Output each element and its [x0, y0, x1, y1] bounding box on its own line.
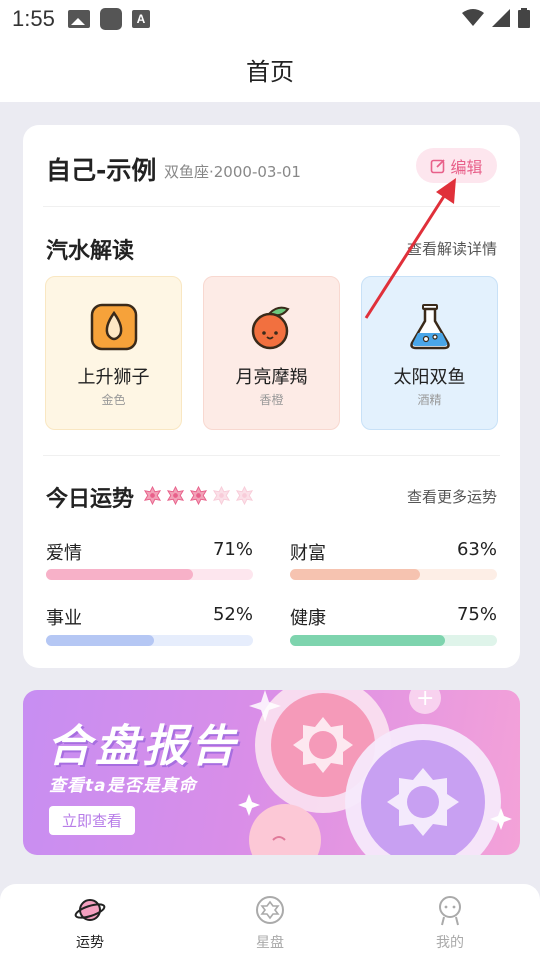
- fortune-more-link[interactable]: 查看更多运势: [407, 486, 497, 507]
- edit-button[interactable]: 编辑: [416, 148, 497, 183]
- image-notification-icon: [68, 10, 90, 28]
- reading-card-label: 上升狮子: [77, 367, 150, 388]
- tab-me[interactable]: 我的: [410, 894, 490, 952]
- metric-label-love: 爱情: [46, 543, 82, 564]
- metric-label-health: 健康: [290, 608, 326, 629]
- reading-section-title: 汽水解读: [46, 239, 135, 264]
- metric-bar-wealth: [290, 569, 497, 580]
- flask-icon: [410, 304, 450, 350]
- user-icon: [439, 896, 461, 926]
- metric-label-career: 事业: [46, 608, 82, 629]
- profile-name: 自己-示例: [46, 156, 157, 185]
- divider: [43, 206, 500, 207]
- tab-fortune[interactable]: 运势: [50, 894, 130, 952]
- status-bar: 1:55 A: [0, 0, 540, 38]
- star-filled-icon: [166, 486, 185, 505]
- metric-bar-fill: [46, 635, 154, 646]
- edit-icon: [431, 158, 446, 173]
- reading-card-label: 月亮摩羯: [235, 367, 308, 388]
- status-system-icons: [462, 8, 530, 28]
- svg-text:+: +: [416, 690, 434, 711]
- wifi-icon: [462, 9, 484, 26]
- metric-label-wealth: 财富: [290, 543, 326, 564]
- metric-bar-love: [46, 569, 253, 580]
- reading-card-sub: 酒精: [417, 393, 442, 407]
- view-now-button[interactable]: 立即查看: [49, 806, 135, 835]
- star-filled-icon: [143, 486, 162, 505]
- text-notification-icon: A: [132, 10, 150, 28]
- zodiac-wheel-icon: [256, 896, 284, 924]
- metric-value-career: 52%: [212, 604, 253, 625]
- tab-label: 我的: [436, 935, 464, 951]
- orange-fruit-icon: [251, 306, 290, 350]
- tab-label: 星盘: [256, 935, 284, 951]
- tab-label: 运势: [76, 935, 104, 951]
- juice-drop-icon: [90, 303, 138, 351]
- edit-button-label: 编辑: [450, 157, 483, 177]
- reading-card-sub: 香橙: [259, 393, 284, 407]
- metric-bar-fill: [290, 635, 446, 646]
- reading-card-label: 太阳双鱼: [393, 367, 466, 388]
- metric-bar-health: [290, 635, 497, 646]
- star-filled-icon: [189, 486, 208, 505]
- metric-bar-career: [46, 635, 253, 646]
- battery-icon: [518, 8, 530, 28]
- reading-card-moon[interactable]: 月亮摩羯 香橙: [203, 276, 340, 430]
- metric-bar-fill: [46, 569, 193, 580]
- profile-meta: 双鱼座·2000-03-01: [164, 163, 301, 181]
- banner-subtitle: 查看ta是否是真命: [49, 776, 197, 796]
- signal-icon: [492, 9, 510, 27]
- synastry-report-banner[interactable]: + 合盘报告 查看ta是否是真命 立即查看: [23, 690, 520, 855]
- metric-value-health: 75%: [456, 604, 497, 625]
- planet-icon: [74, 899, 106, 921]
- reading-card-sun[interactable]: 太阳双鱼 酒精: [361, 276, 498, 430]
- metric-bar-fill: [290, 569, 421, 580]
- page-title: 首页: [246, 58, 294, 86]
- metric-value-love: 71%: [212, 539, 253, 560]
- fortune-section-title: 今日运势: [46, 487, 135, 512]
- reading-details-link[interactable]: 查看解读详情: [407, 238, 497, 259]
- banner-title: 合盘报告: [47, 721, 239, 772]
- page-header: 首页: [0, 38, 540, 102]
- divider: [43, 455, 500, 456]
- tab-chart[interactable]: 星盘: [230, 894, 310, 952]
- star-empty-icon: [235, 486, 254, 505]
- star-empty-icon: [212, 486, 231, 505]
- reading-card-ascendant[interactable]: 上升狮子 金色: [45, 276, 182, 430]
- bottom-tab-bar: 运势 星盘 我的: [0, 884, 540, 960]
- reading-card-sub: 金色: [101, 393, 126, 407]
- app-notification-icon: [100, 8, 122, 30]
- metric-value-wealth: 63%: [456, 539, 497, 560]
- status-notification-icons: A: [68, 8, 150, 30]
- profile-card: 自己-示例 双鱼座·2000-03-01 编辑 汽水解读 查看解读详情 上升狮子…: [23, 125, 520, 668]
- status-time: 1:55: [12, 6, 55, 31]
- fortune-rating: [143, 486, 254, 505]
